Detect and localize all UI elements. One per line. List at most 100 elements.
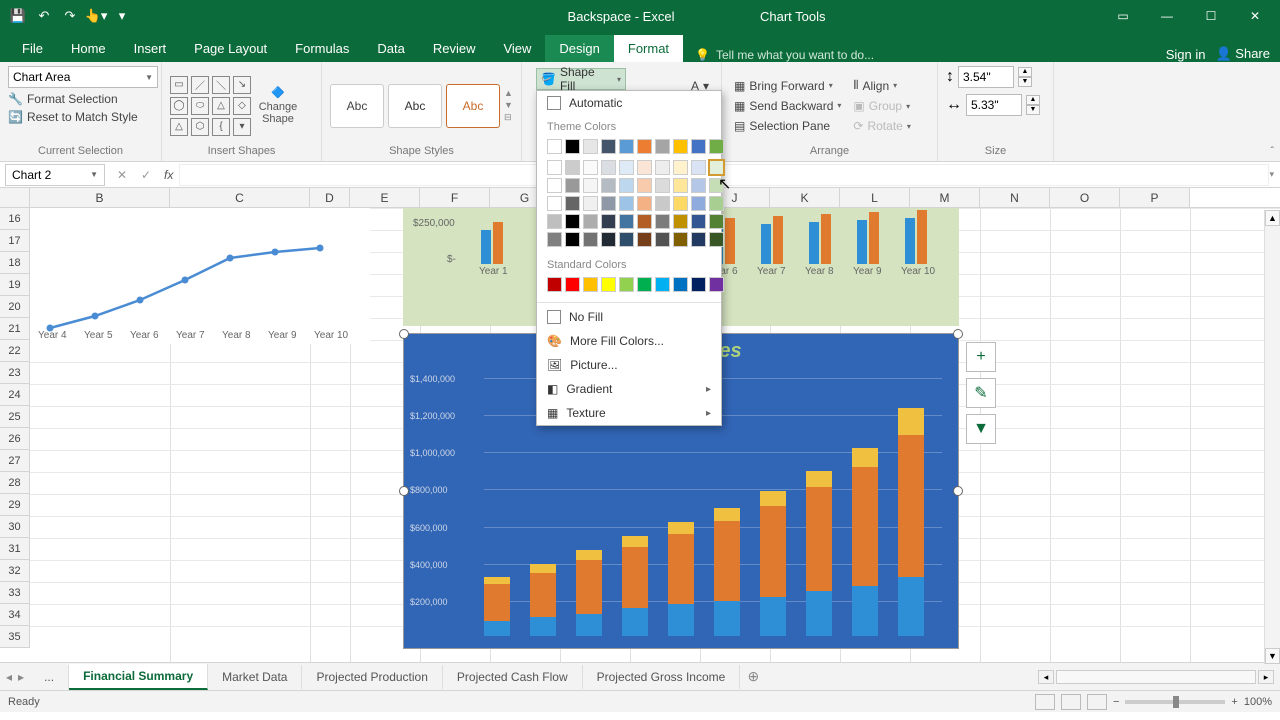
color-swatch[interactable] xyxy=(565,139,580,154)
color-swatch[interactable] xyxy=(547,232,562,247)
col-header[interactable]: K xyxy=(770,188,840,207)
shape-style-3[interactable]: Abc xyxy=(446,84,500,128)
height-down[interactable]: ▼ xyxy=(1018,77,1032,87)
redo-button[interactable]: ↷ xyxy=(58,4,82,28)
save-button[interactable]: 💾 xyxy=(6,4,30,28)
color-swatch[interactable] xyxy=(691,196,706,211)
fill-automatic[interactable]: Automatic xyxy=(537,91,721,115)
touch-mode-button[interactable]: 👆▾ xyxy=(84,4,108,28)
color-swatch[interactable] xyxy=(601,214,616,229)
shape-width-input[interactable]: 5.33" xyxy=(966,94,1022,116)
shape-style-1[interactable]: Abc xyxy=(330,84,384,128)
color-swatch[interactable] xyxy=(709,232,724,247)
chart-filters-button[interactable]: ▼ xyxy=(966,414,996,444)
color-swatch[interactable] xyxy=(655,277,670,292)
color-swatch[interactable] xyxy=(691,277,706,292)
chart-styles-button[interactable]: ✎ xyxy=(966,378,996,408)
color-swatch[interactable] xyxy=(691,232,706,247)
tab-design[interactable]: Design xyxy=(545,35,613,62)
sheet-tab[interactable]: Projected Gross Income xyxy=(583,665,741,689)
color-swatch[interactable] xyxy=(619,232,634,247)
color-swatch[interactable] xyxy=(637,214,652,229)
color-swatch[interactable] xyxy=(583,178,598,193)
color-swatch[interactable] xyxy=(583,232,598,247)
row-header[interactable]: 35 xyxy=(0,626,30,648)
color-swatch[interactable] xyxy=(655,139,670,154)
scroll-up-button[interactable]: ▲ xyxy=(1265,210,1280,226)
row-header[interactable]: 31 xyxy=(0,538,30,560)
tab-data[interactable]: Data xyxy=(363,35,418,62)
format-selection-button[interactable]: 🔧Format Selection xyxy=(8,92,153,106)
undo-button[interactable]: ↶ xyxy=(32,4,56,28)
resize-handle[interactable] xyxy=(399,329,409,339)
scroll-left-button[interactable]: ◂ xyxy=(1038,670,1054,684)
formula-input[interactable] xyxy=(179,164,1269,186)
color-swatch[interactable] xyxy=(637,232,652,247)
picture-fill-item[interactable]: 🖼 Picture... xyxy=(537,353,721,377)
col-header[interactable]: L xyxy=(840,188,910,207)
resize-handle[interactable] xyxy=(953,329,963,339)
tab-file[interactable]: File xyxy=(8,35,57,62)
color-swatch[interactable] xyxy=(583,277,598,292)
width-up[interactable]: ▲ xyxy=(1026,95,1040,105)
col-header[interactable]: D xyxy=(310,188,350,207)
color-swatch[interactable] xyxy=(709,214,724,229)
color-swatch[interactable] xyxy=(709,160,724,175)
color-swatch[interactable] xyxy=(619,277,634,292)
color-swatch[interactable] xyxy=(547,178,562,193)
color-swatch[interactable] xyxy=(637,178,652,193)
color-swatch[interactable] xyxy=(619,178,634,193)
row-header[interactable]: 34 xyxy=(0,604,30,626)
bring-forward-button[interactable]: ▦Bring Forward ▾ xyxy=(730,77,845,95)
color-swatch[interactable] xyxy=(673,232,688,247)
sheet-tab-active[interactable]: Financial Summary xyxy=(69,664,208,690)
color-swatch[interactable] xyxy=(709,196,724,211)
cancel-formula-button[interactable]: ✕ xyxy=(110,168,134,182)
row-header[interactable]: 24 xyxy=(0,384,30,406)
share-button[interactable]: 👤 Share xyxy=(1215,46,1270,62)
color-swatch[interactable] xyxy=(565,178,580,193)
color-swatch[interactable] xyxy=(673,160,688,175)
minimize-button[interactable]: — xyxy=(1146,2,1188,30)
select-all-corner[interactable] xyxy=(0,188,30,207)
col-header[interactable]: O xyxy=(1050,188,1120,207)
color-swatch[interactable] xyxy=(655,160,670,175)
row-header[interactable]: 16 xyxy=(0,208,30,230)
shape-fill-button[interactable]: 🪣 Shape Fill ▾ xyxy=(536,68,626,90)
tab-page-layout[interactable]: Page Layout xyxy=(180,35,281,62)
row-header[interactable]: 21 xyxy=(0,318,30,340)
group-button[interactable]: ▣Group ▾ xyxy=(849,97,914,115)
enter-formula-button[interactable]: ✓ xyxy=(134,168,158,182)
texture-fill-item[interactable]: ▦ Texture ▸ xyxy=(537,401,721,425)
resize-handle[interactable] xyxy=(953,486,963,496)
color-swatch[interactable] xyxy=(673,178,688,193)
row-header[interactable]: 25 xyxy=(0,406,30,428)
color-swatch[interactable] xyxy=(547,160,562,175)
color-swatch[interactable] xyxy=(601,139,616,154)
tab-review[interactable]: Review xyxy=(419,35,490,62)
send-backward-button[interactable]: ▦Send Backward ▾ xyxy=(730,97,845,115)
col-header[interactable]: M xyxy=(910,188,980,207)
scroll-right-button[interactable]: ▸ xyxy=(1258,670,1274,684)
vertical-scrollbar[interactable]: ▲ ▼ xyxy=(1264,210,1280,664)
tab-home[interactable]: Home xyxy=(57,35,120,62)
row-header[interactable]: 29 xyxy=(0,494,30,516)
ribbon-display-options[interactable]: ▭ xyxy=(1102,2,1144,30)
sign-in-link[interactable]: Sign in xyxy=(1166,47,1206,62)
tab-view[interactable]: View xyxy=(489,35,545,62)
sheet-tab-more[interactable]: ... xyxy=(30,665,69,689)
align-button[interactable]: ⫴Align ▾ xyxy=(849,76,914,95)
add-sheet-button[interactable]: ⊕ xyxy=(740,668,766,685)
color-swatch[interactable] xyxy=(619,139,634,154)
tab-insert[interactable]: Insert xyxy=(120,35,181,62)
maximize-button[interactable]: ☐ xyxy=(1190,2,1232,30)
expand-formula-bar[interactable]: ▾ xyxy=(1269,169,1274,180)
change-shape-button[interactable]: 🔷 Change Shape xyxy=(255,86,301,125)
color-swatch[interactable] xyxy=(547,139,562,154)
col-header[interactable]: N xyxy=(980,188,1050,207)
color-swatch[interactable] xyxy=(637,160,652,175)
hscroll-track[interactable] xyxy=(1056,670,1256,684)
zoom-in-button[interactable]: + xyxy=(1231,696,1237,708)
row-header[interactable]: 26 xyxy=(0,428,30,450)
shape-style-2[interactable]: Abc xyxy=(388,84,442,128)
